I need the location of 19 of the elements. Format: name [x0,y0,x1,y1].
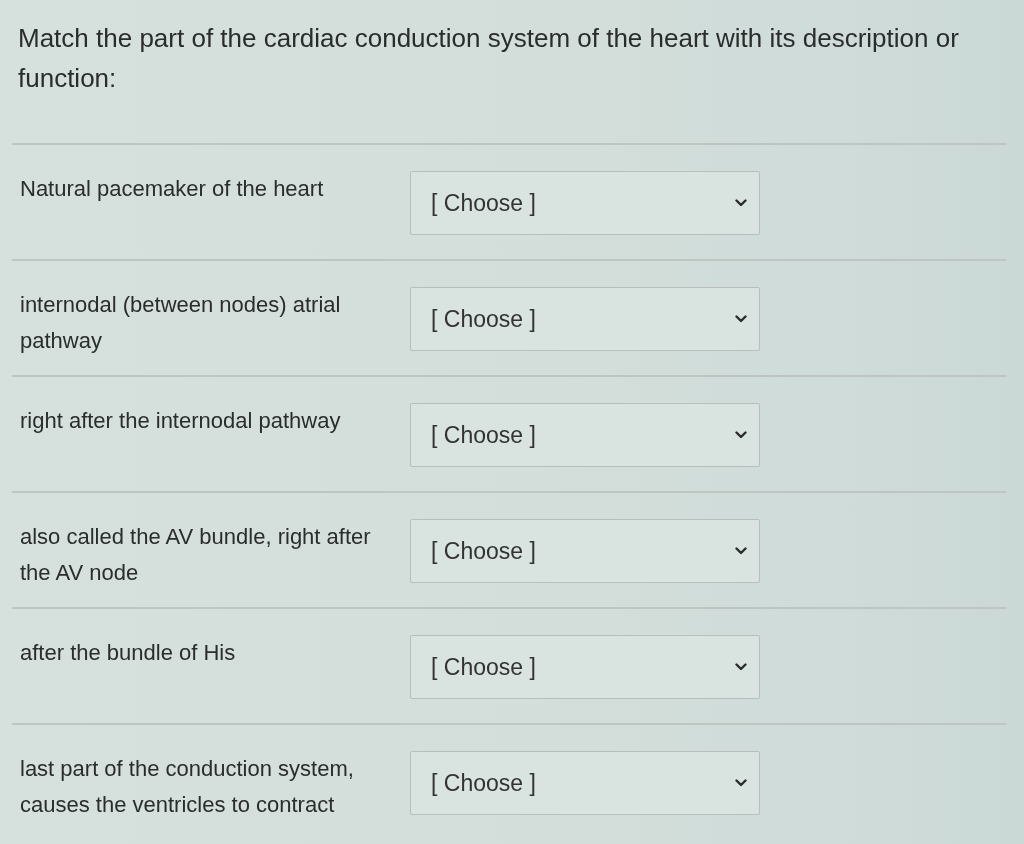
answer-dropdown[interactable]: [ Choose ] [410,287,760,351]
chevron-down-icon [735,547,747,555]
description-text: last part of the conduction system, causes the ventricles to contract [20,755,355,819]
answer-dropdown[interactable]: [ Choose ] [410,519,760,583]
answer-dropdown[interactable]: [ Choose ] [410,171,760,235]
question-text: Match the part of the cardiac conduction system of the heart with its description or function: [17,22,960,95]
chevron-down-icon [735,663,747,671]
chevron-down-icon [735,199,747,207]
chevron-down-icon [735,779,747,787]
answer-dropdown[interactable]: [ Choose ] [410,403,760,467]
description-text: Natural pacemaker of the heart [20,175,325,203]
chevron-down-icon [735,315,747,323]
description-text: also called the AV bundle, right after the AV node [20,523,372,587]
description-text: after the bundle of His [20,639,237,667]
chevron-down-icon [735,431,747,439]
description-text: right after the internodal pathway [20,407,342,435]
description-text: internodal (between nodes) atrial pathway [20,291,342,355]
answer-dropdown[interactable]: [ Choose ] [410,635,760,699]
answer-dropdown[interactable]: [ Choose ] [410,751,760,815]
